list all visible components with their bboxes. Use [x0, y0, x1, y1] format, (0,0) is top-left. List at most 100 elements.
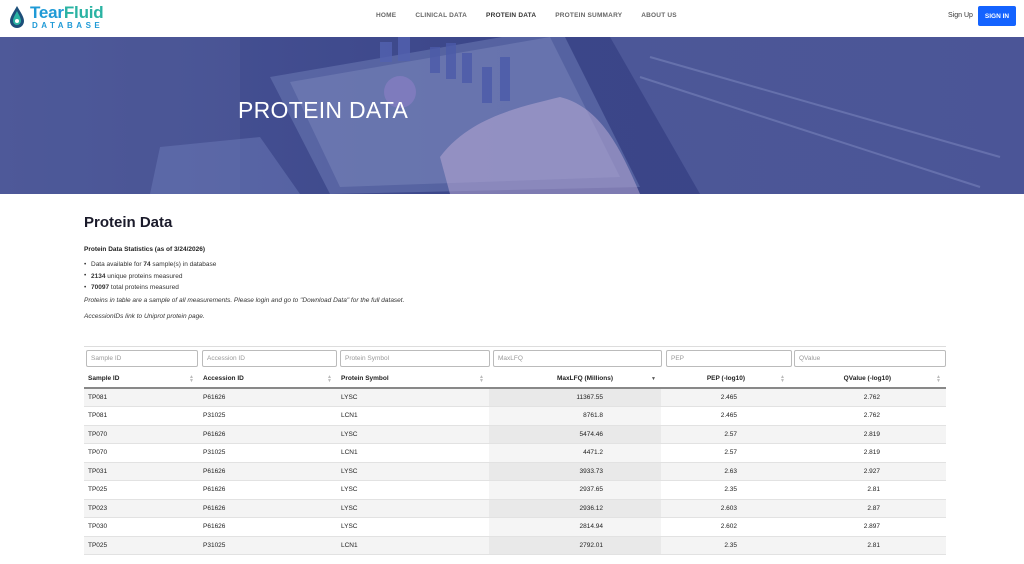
water-drop-icon	[10, 6, 24, 28]
cell-maxlfq: 8761.8	[489, 406, 661, 426]
table-row: TP031 P61626 LYSC 3933.73 2.63 2.927	[84, 462, 946, 481]
cell-qvalue: 2.819	[790, 443, 946, 463]
cell-sample-id: TP031	[84, 462, 199, 481]
hero-background-image	[0, 37, 1024, 194]
cell-pep: 2.63	[661, 462, 790, 481]
table-row: TP025 P31025 LCN1 2792.01 2.35 2.81	[84, 536, 946, 555]
cell-maxlfq: 2814.94	[489, 517, 661, 537]
cell-maxlfq: 2792.01	[489, 536, 661, 555]
nav-clinical-data[interactable]: CLINICAL DATA	[415, 12, 467, 19]
cell-qvalue: 2.819	[790, 425, 946, 444]
cell-protein-symbol: LYSC	[337, 425, 489, 444]
stats-title: Protein Data Statistics (as of 3/24/2026…	[84, 246, 206, 253]
nav-protein-summary[interactable]: PROTEIN SUMMARY	[555, 12, 622, 19]
cell-qvalue: 2.762	[790, 406, 946, 426]
nav-about-us[interactable]: ABOUT US	[641, 12, 677, 19]
table-row: TP023 P61626 LYSC 2936.12 2.603 2.87	[84, 499, 946, 518]
cell-maxlfq: 3933.73	[489, 462, 661, 481]
cell-sample-id: TP070	[84, 443, 199, 463]
cell-accession-id[interactable]: P61626	[199, 480, 337, 500]
stat-item: Data available for 74 sample(s) in datab…	[84, 261, 944, 269]
protein-data-section: Protein Data Protein Data Statistics (as…	[84, 214, 944, 320]
cell-qvalue: 2.81	[790, 536, 946, 555]
brand-subtitle: DATABASE	[32, 21, 104, 30]
cell-protein-symbol: LCN1	[337, 536, 489, 555]
cell-pep: 2.35	[661, 536, 790, 555]
cell-qvalue: 2.897	[790, 517, 946, 537]
filter-maxlfq[interactable]: MaxLFQ	[493, 350, 662, 367]
cell-maxlfq: 4471.2	[489, 443, 661, 463]
col-sample-id[interactable]: Sample ID ▲ ▼	[84, 370, 199, 389]
cell-protein-symbol: LYSC	[337, 499, 489, 518]
cell-maxlfq: 2936.12	[489, 499, 661, 518]
main-nav: HOME CLINICAL DATA PROTEIN DATA PROTEIN …	[376, 12, 696, 19]
cell-accession-id[interactable]: P61626	[199, 499, 337, 518]
cell-accession-id[interactable]: P31025	[199, 443, 337, 463]
cell-protein-symbol: LCN1	[337, 406, 489, 426]
cell-maxlfq: 11367.55	[489, 388, 661, 407]
hero-title: PROTEIN DATA	[238, 97, 409, 123]
cell-protein-symbol: LYSC	[337, 480, 489, 500]
cell-protein-symbol: LYSC	[337, 388, 489, 407]
cell-pep: 2.465	[661, 406, 790, 426]
protein-table: Sample ID Accession ID Protein Symbol Ma…	[84, 346, 946, 555]
cell-sample-id: TP081	[84, 388, 199, 407]
table-row: TP070 P61626 LYSC 5474.46 2.57 2.819	[84, 425, 946, 444]
cell-accession-id[interactable]: P31025	[199, 536, 337, 555]
sort-desc-icon: ▼	[651, 376, 656, 382]
sort-icon: ▲ ▼	[780, 374, 785, 384]
accession-note: AccessionIDs link to Uniprot protein pag…	[84, 313, 205, 320]
brand-title-accent: Fluid	[63, 3, 104, 22]
filter-protein-symbol[interactable]: Protein Symbol	[340, 350, 490, 367]
col-pep[interactable]: PEP (-log10) ▲ ▼	[661, 370, 790, 389]
cell-pep: 2.465	[661, 388, 790, 407]
table-body: TP081 P61626 LYSC 11367.55 2.465 2.762 TP081 P3…	[84, 388, 946, 555]
cell-protein-symbol: LYSC	[337, 462, 489, 481]
cell-accession-id[interactable]: P61626	[199, 462, 337, 481]
filter-pep[interactable]: PEP	[666, 350, 792, 367]
filter-accession-id[interactable]: Accession ID	[202, 350, 337, 367]
sort-icon: ▲ ▼	[327, 374, 332, 384]
cell-sample-id: TP030	[84, 517, 199, 537]
stat-item: 2134 unique proteins measured	[84, 272, 944, 280]
cell-pep: 2.603	[661, 499, 790, 518]
stat-item: 70097 total proteins measured	[84, 284, 944, 292]
cell-accession-id[interactable]: P61626	[199, 517, 337, 537]
sample-note: Proteins in table are a sample of all me…	[84, 297, 405, 304]
table-row: TP070 P31025 LCN1 4471.2 2.57 2.819	[84, 443, 946, 463]
col-qvalue[interactable]: QValue (-log10) ▲ ▼	[790, 370, 946, 389]
table-header-row: Sample ID ▲ ▼ Accession ID ▲ ▼ Protein Symbo…	[84, 370, 946, 389]
brand-title: Tear	[30, 3, 64, 22]
cell-maxlfq: 2937.65	[489, 480, 661, 500]
cell-protein-symbol: LYSC	[337, 517, 489, 537]
filter-sample-id[interactable]: Sample ID	[86, 350, 198, 367]
cell-pep: 2.57	[661, 425, 790, 444]
cell-qvalue: 2.762	[790, 388, 946, 407]
hero-banner: PROTEIN DATA	[0, 37, 1024, 194]
col-accession-id[interactable]: Accession ID ▲ ▼	[199, 370, 337, 389]
table-row: TP081 P31025 LCN1 8761.8 2.465 2.762	[84, 406, 946, 426]
nav-protein-data[interactable]: PROTEIN DATA	[486, 12, 536, 19]
cell-accession-id[interactable]: P31025	[199, 406, 337, 426]
cell-pep: 2.602	[661, 517, 790, 537]
cell-sample-id: TP025	[84, 480, 199, 500]
cell-accession-id[interactable]: P61626	[199, 425, 337, 444]
sign-in-button[interactable]: SIGN IN	[978, 6, 1016, 26]
cell-accession-id[interactable]: P61626	[199, 388, 337, 407]
sort-icon: ▲ ▼	[936, 374, 941, 384]
cell-sample-id: TP023	[84, 499, 199, 518]
cell-maxlfq: 5474.46	[489, 425, 661, 444]
nav-home[interactable]: HOME	[376, 12, 396, 19]
tearfluid-logo[interactable]: TearFluid DATABASE	[8, 3, 104, 30]
stats-list: Data available for 74 sample(s) in datab…	[84, 261, 944, 292]
filter-qvalue[interactable]: QValue	[794, 350, 946, 367]
col-maxlfq[interactable]: MaxLFQ (Millions) ▼	[489, 370, 661, 389]
cell-sample-id: TP081	[84, 406, 199, 426]
col-protein-symbol[interactable]: Protein Symbol ▲ ▼	[337, 370, 489, 389]
sort-icon: ▲ ▼	[479, 374, 484, 384]
data-table: Sample ID ▲ ▼ Accession ID ▲ ▼ Protein Symbo…	[84, 370, 946, 555]
cell-pep: 2.57	[661, 443, 790, 463]
cell-qvalue: 2.927	[790, 462, 946, 481]
sign-up-link[interactable]: Sign Up	[948, 12, 973, 19]
page-title: Protein Data	[84, 214, 173, 231]
